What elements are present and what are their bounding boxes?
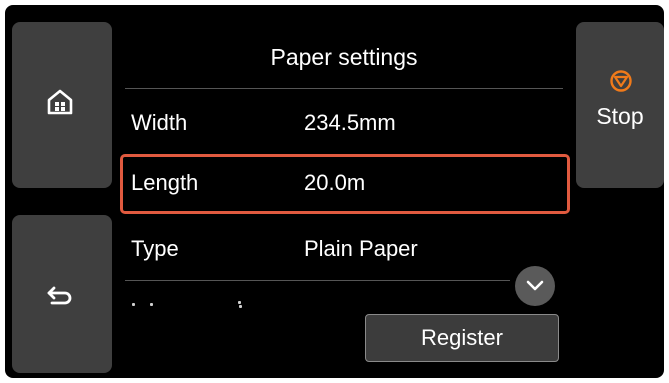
stop-circle-icon [610,70,632,92]
setting-label: Type [131,236,179,261]
setting-row-length[interactable]: Length 20.0m [120,154,570,214]
stop-label: Stop [596,103,644,129]
display-panel: Stop Paper settings Width 234.5mm Length… [5,5,664,378]
truncated-text-fragment [132,303,135,306]
setting-row-type[interactable]: Type Plain Paper [120,220,570,280]
setting-value: Plain Paper [304,236,418,261]
truncated-text-fragment [239,305,242,308]
truncated-text-fragment [238,301,241,304]
scroll-down-button[interactable] [515,266,555,306]
title-divider [125,88,563,89]
page-title: Paper settings [270,44,418,70]
home-icon [47,89,73,115]
home-button[interactable] [12,22,112,188]
stop-button[interactable]: Stop [576,22,664,188]
chevron-down-icon [526,280,544,291]
printer-touch-screen: Stop Paper settings Width 234.5mm Length… [0,0,669,383]
setting-value: 20.0m [304,170,366,195]
setting-row-width[interactable]: Width 234.5mm [120,94,570,154]
setting-value: 234.5mm [304,110,396,135]
setting-label: Length [131,170,199,195]
back-arrow-icon [47,286,72,305]
row-divider [125,280,510,281]
setting-label: Width [131,110,188,135]
truncated-text-fragment [150,303,153,306]
register-button[interactable]: Register [365,314,559,362]
back-button[interactable] [12,215,112,373]
